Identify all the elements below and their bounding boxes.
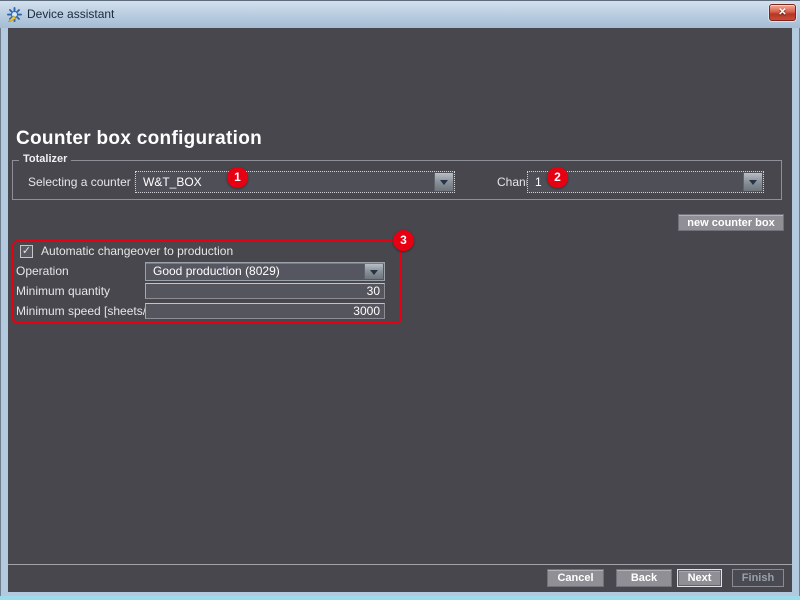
operation-label: Operation <box>16 262 69 281</box>
new-counter-box-button[interactable]: new counter box <box>678 214 784 231</box>
next-button[interactable]: Next <box>677 569 722 587</box>
back-button[interactable]: Back <box>616 569 672 587</box>
auto-changeover-checkbox[interactable]: ✓ <box>20 245 33 258</box>
counter-box-value: W&T_BOX <box>143 175 202 189</box>
annotation-badge-2: 2 <box>547 167 568 188</box>
finish-button[interactable]: Finish <box>732 569 784 587</box>
channel-value: 1 <box>535 175 542 189</box>
minimum-quantity-input[interactable] <box>145 283 385 299</box>
auto-changeover-label: Automatic changeover to production <box>41 244 233 259</box>
dropdown-arrow-icon[interactable] <box>434 173 453 191</box>
check-icon: ✓ <box>22 245 31 257</box>
device-assistant-window: Device assistant ✕ Counter box configura… <box>0 0 800 600</box>
titlebar[interactable]: Device assistant ✕ <box>0 0 800 28</box>
minimum-quantity-label: Minimum quantity <box>16 283 110 299</box>
page-title: Counter box configuration <box>16 128 262 150</box>
app-starburst-icon <box>7 7 22 22</box>
dialog-content: Counter box configuration Totalizer Sele… <box>8 28 792 564</box>
minimum-speed-label: Minimum speed [sheets/h] <box>16 303 156 319</box>
window-bottom-accent <box>0 596 800 600</box>
dropdown-arrow-icon[interactable] <box>364 264 383 279</box>
footer-button-bar: Cancel Back Next Finish <box>8 564 792 592</box>
operation-select[interactable]: Good production (8029) <box>145 262 385 281</box>
totalizer-group-label: Totalizer <box>19 153 71 165</box>
window-title: Device assistant <box>27 1 114 27</box>
cancel-button[interactable]: Cancel <box>547 569 604 587</box>
annotation-badge-1: 1 <box>227 167 248 188</box>
annotation-badge-3: 3 <box>393 230 414 251</box>
close-icon: ✕ <box>778 7 786 18</box>
counter-box-select[interactable]: W&T_BOX <box>135 171 455 193</box>
operation-value: Good production (8029) <box>153 264 280 278</box>
minimum-speed-input[interactable] <box>145 303 385 319</box>
dropdown-arrow-icon[interactable] <box>743 173 762 191</box>
close-button[interactable]: ✕ <box>769 4 796 21</box>
